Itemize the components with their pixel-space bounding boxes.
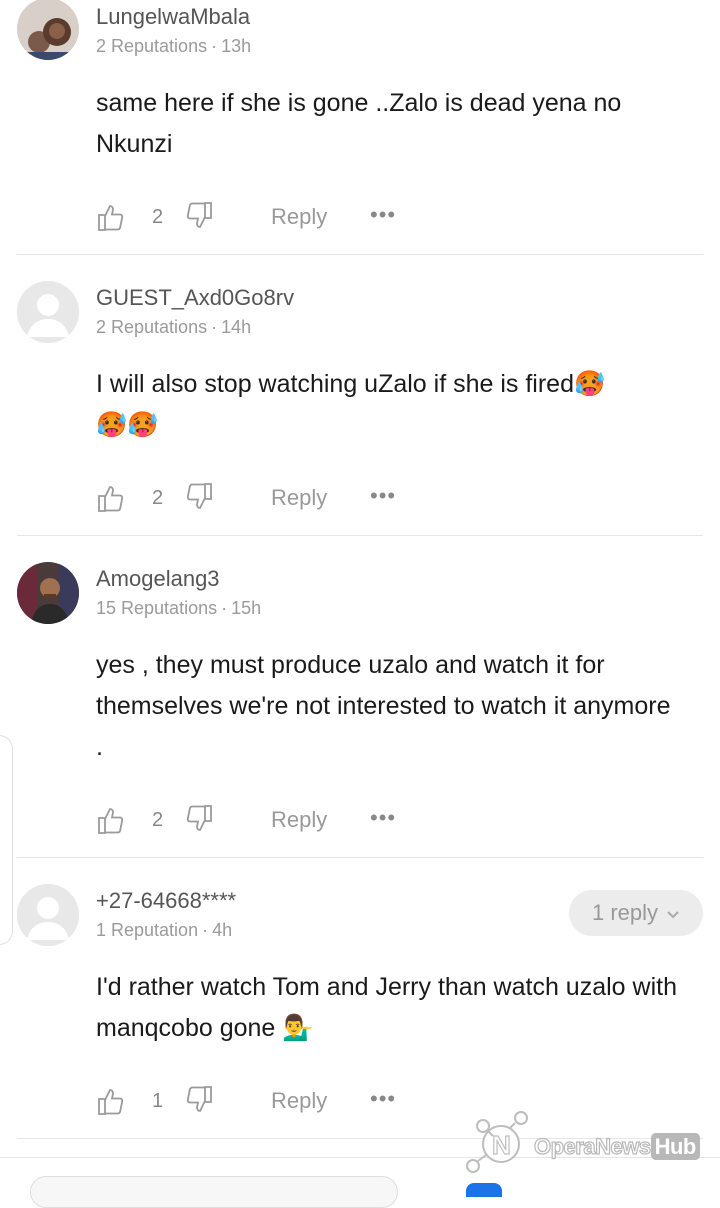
person-tipping-hand-emoji: 💁‍♂️ [282, 1014, 314, 1042]
divider [17, 857, 703, 858]
send-button[interactable] [466, 1183, 502, 1197]
username[interactable]: GUEST_Axd0Go8rv [96, 285, 294, 311]
thumbs-up-outline-icon[interactable] [96, 202, 126, 237]
comment-meta: 1 Reputation · 4h [96, 920, 233, 940]
view-replies-button[interactable]: 1 reply [569, 890, 703, 936]
default-avatar-icon[interactable] [17, 884, 79, 946]
user-avatar[interactable] [17, 0, 79, 60]
thumbs-up-outline-icon[interactable] [96, 805, 126, 840]
comment-text-body: I'd rather watch Tom and Jerry than watc… [96, 973, 677, 1042]
svg-text:N: N [492, 1130, 511, 1160]
divider [17, 535, 703, 536]
reputation: 1 Reputation [96, 920, 199, 940]
divider [17, 254, 703, 255]
comment-text: I'd rather watch Tom and Jerry than watc… [96, 967, 696, 1049]
timestamp: 4h [212, 920, 233, 940]
comment-meta: 15 Reputations · 15h [96, 598, 262, 618]
hot-face-emoji: 🥵🥵 [96, 411, 159, 439]
like-count: 2 [152, 206, 164, 228]
username[interactable]: LungelwaMbala [96, 4, 250, 30]
reply-button[interactable]: Reply [271, 807, 327, 833]
thumbs-down-outline-icon[interactable] [184, 481, 214, 516]
comment-text-body: I will also stop watching uZalo if she i… [96, 370, 574, 398]
reply-button[interactable]: Reply [271, 1088, 327, 1114]
chevron-down-icon [666, 900, 680, 926]
watermark-hub: Hub [650, 1133, 700, 1160]
username[interactable]: +27-64668**** [96, 888, 236, 914]
opera-news-logo-icon: N [466, 1111, 528, 1173]
timestamp: 14h [221, 317, 252, 337]
more-horizontal-icon[interactable]: ••• [370, 805, 396, 831]
side-panel-edge[interactable] [0, 735, 13, 945]
comment-text: same here if she is gone ..Zalo is dead … [96, 89, 622, 158]
comment-actions: 2 Reply ••• [96, 198, 426, 238]
more-horizontal-icon[interactable]: ••• [370, 483, 396, 509]
comment-meta: 2 Reputations · 13h [96, 36, 252, 56]
reputation: 2 Reputations [96, 317, 208, 337]
reply-button[interactable]: Reply [271, 485, 327, 511]
timestamp: 13h [221, 36, 252, 56]
more-horizontal-icon[interactable]: ••• [370, 202, 396, 228]
comment-meta: 2 Reputations · 14h [96, 317, 252, 337]
reply-button[interactable]: Reply [271, 204, 327, 230]
more-horizontal-icon[interactable]: ••• [370, 1086, 396, 1112]
reputation: 15 Reputations [96, 598, 218, 618]
hot-face-emoji: 🥵 [574, 370, 606, 398]
comment-actions: 2 Reply ••• [96, 479, 426, 519]
comment-actions: 2 Reply ••• [96, 801, 426, 841]
username[interactable]: Amogelang3 [96, 566, 220, 592]
comment-text: I will also stop watching uZalo if she i… [96, 364, 696, 446]
opera-news-hub-watermark: N OperaNews Hub [465, 1110, 710, 1176]
reputation: 2 Reputations [96, 36, 208, 56]
like-count: 1 [152, 1090, 164, 1112]
comment-actions: 1 Reply ••• [96, 1082, 426, 1122]
thumbs-down-outline-icon[interactable] [184, 1084, 214, 1119]
default-avatar-icon[interactable] [17, 281, 79, 343]
thumbs-down-outline-icon[interactable] [184, 200, 214, 235]
comment-input[interactable] [30, 1176, 398, 1208]
timestamp: 15h [231, 598, 262, 618]
like-count: 2 [152, 809, 164, 831]
thumbs-up-outline-icon[interactable] [96, 1086, 126, 1121]
user-avatar[interactable] [17, 562, 79, 624]
like-count: 2 [152, 487, 164, 509]
thumbs-down-outline-icon[interactable] [184, 803, 214, 838]
thumbs-up-outline-icon[interactable] [96, 483, 126, 518]
watermark-brand: OperaNews [533, 1133, 651, 1159]
watermark-text: OperaNews Hub [533, 1133, 700, 1160]
comment-text: yes , they must produce uzalo and watch … [96, 651, 671, 761]
replies-label: 1 reply [591, 900, 659, 925]
